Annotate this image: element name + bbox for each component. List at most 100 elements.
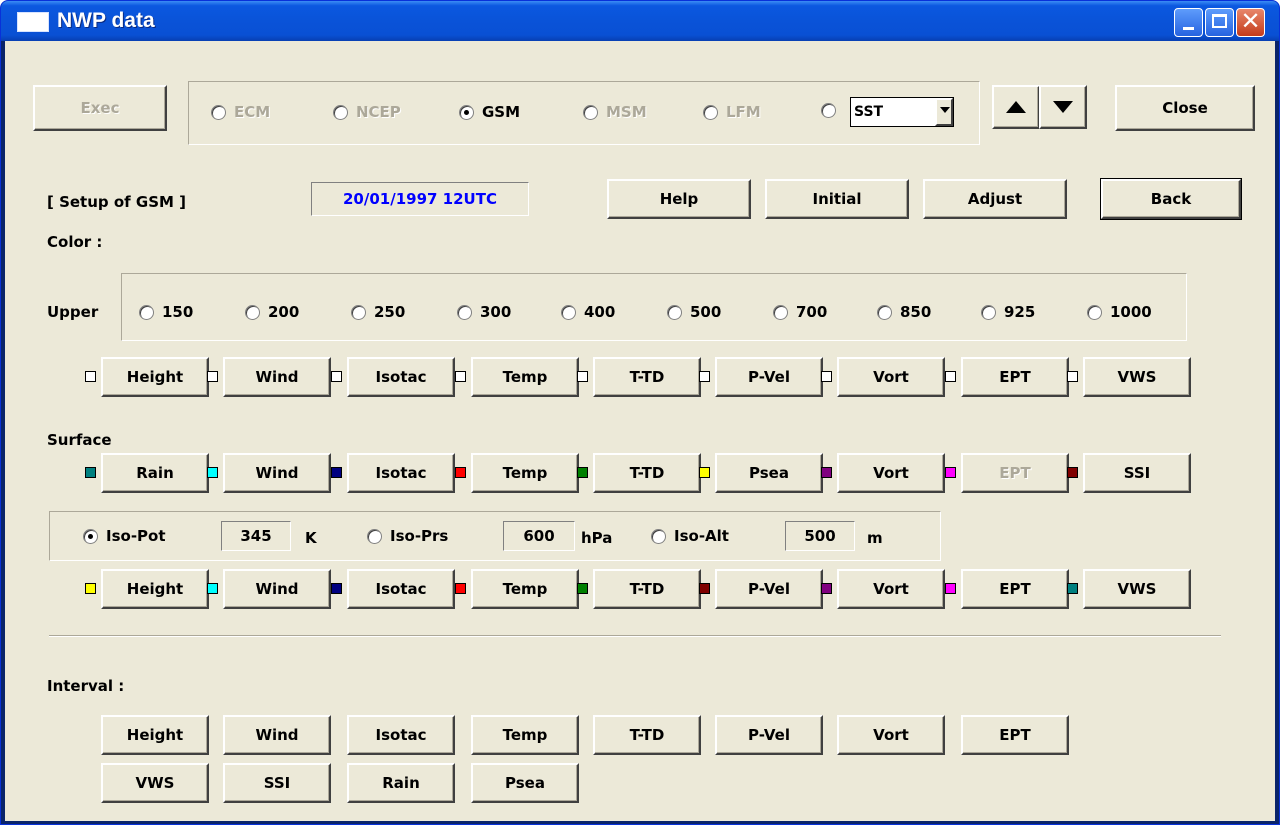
surface-wind-color-swatch[interactable]	[207, 467, 218, 478]
surface-temp-color-swatch[interactable]	[455, 467, 466, 478]
move-down-button[interactable]	[1039, 85, 1087, 129]
interval-vws-button[interactable]: VWS	[101, 763, 209, 803]
iso-vws-color-swatch[interactable]	[1067, 583, 1078, 594]
interval-temp-button[interactable]: Temp	[471, 715, 579, 755]
upper-t-td-button[interactable]: T-TD	[593, 357, 701, 397]
iso-wind-button[interactable]: Wind	[223, 569, 331, 609]
iso-vort-button[interactable]: Vort	[837, 569, 945, 609]
iso-p-vel-color-swatch[interactable]	[699, 583, 710, 594]
upper-level-radio-200[interactable]: 200	[245, 303, 299, 321]
upper-p-vel-color-swatch[interactable]	[699, 371, 710, 382]
help-button[interactable]: Help	[607, 179, 751, 219]
maximize-button[interactable]	[1205, 8, 1234, 37]
iso-radio-iso-pot[interactable]: Iso-Pot	[83, 527, 166, 545]
iso-vws-button[interactable]: VWS	[1083, 569, 1191, 609]
upper-t-td-color-swatch[interactable]	[577, 371, 588, 382]
upper-level-radio-850[interactable]: 850	[877, 303, 931, 321]
iso-iso-prs-value-field[interactable]: 600	[503, 521, 575, 551]
iso-temp-button[interactable]: Temp	[471, 569, 579, 609]
upper-level-radio-500[interactable]: 500	[667, 303, 721, 321]
close-button[interactable]: Close	[1115, 85, 1255, 131]
interval-height-button[interactable]: Height	[101, 715, 209, 755]
upper-vws-color-swatch[interactable]	[1067, 371, 1078, 382]
upper-level-radio-700[interactable]: 700	[773, 303, 827, 321]
back-button[interactable]: Back	[1100, 178, 1242, 220]
iso-ept-button[interactable]: EPT	[961, 569, 1069, 609]
minimize-button[interactable]	[1174, 8, 1203, 37]
upper-temp-button[interactable]: Temp	[471, 357, 579, 397]
surface-ssi-button[interactable]: SSI	[1083, 453, 1191, 493]
surface-temp-button[interactable]: Temp	[471, 453, 579, 493]
adjust-button[interactable]: Adjust	[923, 179, 1067, 219]
model-radio-msm[interactable]: MSM	[583, 103, 647, 121]
iso-ept-color-swatch[interactable]	[945, 583, 956, 594]
upper-level-radio-925[interactable]: 925	[981, 303, 1035, 321]
iso-radio-iso-alt[interactable]: Iso-Alt	[651, 527, 729, 545]
surface-ept-color-swatch[interactable]	[945, 467, 956, 478]
upper-wind-button[interactable]: Wind	[223, 357, 331, 397]
interval-p-vel-button[interactable]: P-Vel	[715, 715, 823, 755]
extra-model-radio[interactable]	[821, 103, 836, 118]
interval-wind-button[interactable]: Wind	[223, 715, 331, 755]
upper-height-button[interactable]: Height	[101, 357, 209, 397]
upper-vws-button[interactable]: VWS	[1083, 357, 1191, 397]
iso-height-color-swatch[interactable]	[85, 583, 96, 594]
upper-isotac-button[interactable]: Isotac	[347, 357, 455, 397]
surface-vort-button[interactable]: Vort	[837, 453, 945, 493]
iso-height-button[interactable]: Height	[101, 569, 209, 609]
upper-level-radio-400[interactable]: 400	[561, 303, 615, 321]
upper-ept-color-swatch[interactable]	[945, 371, 956, 382]
iso-t-td-color-swatch[interactable]	[577, 583, 588, 594]
upper-temp-color-swatch[interactable]	[455, 371, 466, 382]
surface-vort-color-swatch[interactable]	[821, 467, 832, 478]
upper-level-radio-1000[interactable]: 1000	[1087, 303, 1152, 321]
interval-rain-button[interactable]: Rain	[347, 763, 455, 803]
upper-level-radio-300[interactable]: 300	[457, 303, 511, 321]
surface-t-td-button[interactable]: T-TD	[593, 453, 701, 493]
surface-t-td-color-swatch[interactable]	[577, 467, 588, 478]
surface-wind-button[interactable]: Wind	[223, 453, 331, 493]
upper-p-vel-button[interactable]: P-Vel	[715, 357, 823, 397]
surface-psea-color-swatch[interactable]	[699, 467, 710, 478]
iso-iso-alt-value-field[interactable]: 500	[785, 521, 855, 551]
upper-wind-color-swatch[interactable]	[207, 371, 218, 382]
surface-isotac-color-swatch[interactable]	[331, 467, 342, 478]
window-close-button[interactable]: ✕	[1236, 7, 1265, 37]
upper-vort-color-swatch[interactable]	[821, 371, 832, 382]
interval-ept-button[interactable]: EPT	[961, 715, 1069, 755]
move-up-button[interactable]	[992, 85, 1040, 129]
upper-vort-button[interactable]: Vort	[837, 357, 945, 397]
model-radio-ecm[interactable]: ECM	[211, 103, 270, 121]
upper-height-color-swatch[interactable]	[85, 371, 96, 382]
interval-psea-button[interactable]: Psea	[471, 763, 579, 803]
surface-rain-color-swatch[interactable]	[85, 467, 96, 478]
model-radio-ncep[interactable]: NCEP	[333, 103, 401, 121]
iso-isotac-color-swatch[interactable]	[331, 583, 342, 594]
iso-vort-color-swatch[interactable]	[821, 583, 832, 594]
initial-button[interactable]: Initial	[765, 179, 909, 219]
surface-psea-button[interactable]: Psea	[715, 453, 823, 493]
upper-level-radio-250[interactable]: 250	[351, 303, 405, 321]
chevron-down-icon[interactable]	[935, 98, 953, 126]
model-radio-gsm[interactable]: GSM	[459, 103, 520, 121]
surface-ept-button[interactable]: EPT	[961, 453, 1069, 493]
iso-wind-color-swatch[interactable]	[207, 583, 218, 594]
upper-isotac-color-swatch[interactable]	[331, 371, 342, 382]
surface-rain-button[interactable]: Rain	[101, 453, 209, 493]
extra-model-select[interactable]: SST	[850, 97, 954, 127]
interval-ssi-button[interactable]: SSI	[223, 763, 331, 803]
interval-vort-button[interactable]: Vort	[837, 715, 945, 755]
interval-t-td-button[interactable]: T-TD	[593, 715, 701, 755]
iso-iso-pot-value-field[interactable]: 345	[221, 521, 291, 551]
iso-p-vel-button[interactable]: P-Vel	[715, 569, 823, 609]
title-bar[interactable]: NWP data ✕	[1, 1, 1279, 41]
iso-radio-iso-prs[interactable]: Iso-Prs	[367, 527, 448, 545]
surface-isotac-button[interactable]: Isotac	[347, 453, 455, 493]
exec-button[interactable]: Exec	[33, 85, 167, 131]
iso-isotac-button[interactable]: Isotac	[347, 569, 455, 609]
surface-ssi-color-swatch[interactable]	[1067, 467, 1078, 478]
model-radio-lfm[interactable]: LFM	[703, 103, 761, 121]
iso-t-td-button[interactable]: T-TD	[593, 569, 701, 609]
upper-level-radio-150[interactable]: 150	[139, 303, 193, 321]
iso-temp-color-swatch[interactable]	[455, 583, 466, 594]
